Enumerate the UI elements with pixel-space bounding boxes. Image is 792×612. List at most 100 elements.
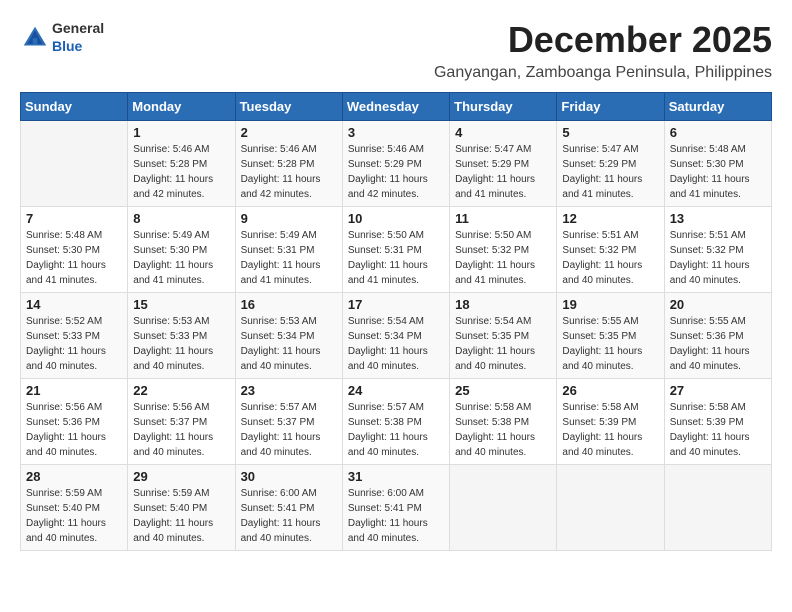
day-number: 20 xyxy=(670,297,766,312)
page-header: General Blue December 2025 xyxy=(20,20,772,60)
day-info: Sunrise: 5:51 AM Sunset: 5:32 PM Dayligh… xyxy=(670,228,766,288)
calendar-cell xyxy=(557,464,664,550)
calendar-cell: 29Sunrise: 5:59 AM Sunset: 5:40 PM Dayli… xyxy=(128,464,235,550)
day-number: 21 xyxy=(26,383,122,398)
day-number: 25 xyxy=(455,383,551,398)
weekday-header-row: SundayMondayTuesdayWednesdayThursdayFrid… xyxy=(21,92,772,120)
day-number: 10 xyxy=(348,211,444,226)
day-info: Sunrise: 5:58 AM Sunset: 5:39 PM Dayligh… xyxy=(562,400,658,460)
calendar-cell: 2 Sunrise: 5:46 AM Sunset: 5:28 PM Daylig… xyxy=(235,120,342,206)
calendar-cell: 16 Sunrise: 5:53 AM Sunset: 5:34 PM Dayli… xyxy=(235,292,342,378)
calendar-cell xyxy=(21,120,128,206)
month-title: December 2025 xyxy=(508,20,772,60)
day-info: Sunrise: 5:57 AM Sunset: 5:37 PM Dayligh… xyxy=(241,400,337,460)
day-number: 14 xyxy=(26,297,122,312)
day-info: Sunrise: 5:59 AM Sunset: 5:40 PM Dayligh… xyxy=(26,486,122,546)
day-info: Sunrise: 5:54 AM Sunset: 5:34 PM Dayligh… xyxy=(348,314,444,374)
day-info: Sunrise: 5:49 AM Sunset: 5:30 PM Dayligh… xyxy=(133,228,229,288)
day-info: Sunrise: 5:50 AM Sunset: 5:32 PM Dayligh… xyxy=(455,228,551,288)
weekday-header: Monday xyxy=(128,92,235,120)
day-number: 6 xyxy=(670,125,766,140)
day-info: Sunrise: 5:56 AM Sunset: 5:37 PM Dayligh… xyxy=(133,400,229,460)
day-number: 16 xyxy=(241,297,337,312)
day-number: 15 xyxy=(133,297,229,312)
weekday-header: Friday xyxy=(557,92,664,120)
calendar-week-row: 7Sunrise: 5:48 AM Sunset: 5:30 PM Daylig… xyxy=(21,206,772,292)
day-number: 27 xyxy=(670,383,766,398)
day-number: 13 xyxy=(670,211,766,226)
day-info: Sunrise: 5:53 AM Sunset: 5:33 PM Dayligh… xyxy=(133,314,229,374)
calendar-cell: 18 Sunrise: 5:54 AM Sunset: 5:35 PM Dayli… xyxy=(450,292,557,378)
calendar-cell: 4 Sunrise: 5:47 AM Sunset: 5:29 PM Daylig… xyxy=(450,120,557,206)
day-number: 28 xyxy=(26,469,122,484)
day-number: 24 xyxy=(348,383,444,398)
day-number: 2 xyxy=(241,125,337,140)
calendar-cell: 22 Sunrise: 5:56 AM Sunset: 5:37 PM Dayli… xyxy=(128,378,235,464)
day-number: 18 xyxy=(455,297,551,312)
calendar-cell: 21Sunrise: 5:56 AM Sunset: 5:36 PM Dayli… xyxy=(21,378,128,464)
day-number: 1 xyxy=(133,125,229,140)
logo-general: General xyxy=(52,20,104,36)
calendar-cell: 20 Sunrise: 5:55 AM Sunset: 5:36 PM Dayli… xyxy=(664,292,771,378)
weekday-header: Sunday xyxy=(21,92,128,120)
day-info: Sunrise: 5:58 AM Sunset: 5:39 PM Dayligh… xyxy=(670,400,766,460)
calendar-cell: 19Sunrise: 5:55 AM Sunset: 5:35 PM Dayli… xyxy=(557,292,664,378)
day-number: 22 xyxy=(133,383,229,398)
day-info: Sunrise: 6:00 AM Sunset: 5:41 PM Dayligh… xyxy=(241,486,337,546)
day-info: Sunrise: 5:46 AM Sunset: 5:28 PM Dayligh… xyxy=(241,142,337,202)
day-number: 31 xyxy=(348,469,444,484)
calendar-cell: 31 Sunrise: 6:00 AM Sunset: 5:41 PM Dayli… xyxy=(342,464,449,550)
day-info: Sunrise: 5:47 AM Sunset: 5:29 PM Dayligh… xyxy=(562,142,658,202)
day-number: 19 xyxy=(562,297,658,312)
calendar-cell: 25 Sunrise: 5:58 AM Sunset: 5:38 PM Dayli… xyxy=(450,378,557,464)
day-number: 12 xyxy=(562,211,658,226)
calendar-cell: 13 Sunrise: 5:51 AM Sunset: 5:32 PM Dayli… xyxy=(664,206,771,292)
day-info: Sunrise: 5:49 AM Sunset: 5:31 PM Dayligh… xyxy=(241,228,337,288)
day-info: Sunrise: 6:00 AM Sunset: 5:41 PM Dayligh… xyxy=(348,486,444,546)
day-number: 17 xyxy=(348,297,444,312)
calendar-cell: 28 Sunrise: 5:59 AM Sunset: 5:40 PM Dayli… xyxy=(21,464,128,550)
day-info: Sunrise: 5:57 AM Sunset: 5:38 PM Dayligh… xyxy=(348,400,444,460)
day-number: 26 xyxy=(562,383,658,398)
day-info: Sunrise: 5:59 AM Sunset: 5:40 PM Dayligh… xyxy=(133,486,229,546)
day-info: Sunrise: 5:58 AM Sunset: 5:38 PM Dayligh… xyxy=(455,400,551,460)
location-subtitle: Ganyangan, Zamboanga Peninsula, Philippi… xyxy=(20,64,772,82)
day-info: Sunrise: 5:53 AM Sunset: 5:34 PM Dayligh… xyxy=(241,314,337,374)
day-info: Sunrise: 5:46 AM Sunset: 5:29 PM Dayligh… xyxy=(348,142,444,202)
weekday-header: Tuesday xyxy=(235,92,342,120)
logo-icon xyxy=(20,23,50,53)
day-number: 30 xyxy=(241,469,337,484)
logo-blue: Blue xyxy=(52,38,82,54)
day-info: Sunrise: 5:50 AM Sunset: 5:31 PM Dayligh… xyxy=(348,228,444,288)
weekday-header: Wednesday xyxy=(342,92,449,120)
calendar-cell: 17 Sunrise: 5:54 AM Sunset: 5:34 PM Dayli… xyxy=(342,292,449,378)
day-info: Sunrise: 5:47 AM Sunset: 5:29 PM Dayligh… xyxy=(455,142,551,202)
day-info: Sunrise: 5:52 AM Sunset: 5:33 PM Dayligh… xyxy=(26,314,122,374)
day-number: 3 xyxy=(348,125,444,140)
calendar-cell: 23 Sunrise: 5:57 AM Sunset: 5:37 PM Dayli… xyxy=(235,378,342,464)
weekday-header: Thursday xyxy=(450,92,557,120)
calendar-cell: 14 Sunrise: 5:52 AM Sunset: 5:33 PM Dayli… xyxy=(21,292,128,378)
calendar-cell xyxy=(450,464,557,550)
calendar-cell: 24 Sunrise: 5:57 AM Sunset: 5:38 PM Dayli… xyxy=(342,378,449,464)
calendar-cell: 1Sunrise: 5:46 AM Sunset: 5:28 PM Daylig… xyxy=(128,120,235,206)
day-info: Sunrise: 5:51 AM Sunset: 5:32 PM Dayligh… xyxy=(562,228,658,288)
calendar-table: SundayMondayTuesdayWednesdayThursdayFrid… xyxy=(20,92,772,551)
calendar-cell: 10 Sunrise: 5:50 AM Sunset: 5:31 PM Dayli… xyxy=(342,206,449,292)
calendar-cell: 26 Sunrise: 5:58 AM Sunset: 5:39 PM Dayli… xyxy=(557,378,664,464)
day-info: Sunrise: 5:54 AM Sunset: 5:35 PM Dayligh… xyxy=(455,314,551,374)
calendar-week-row: 28 Sunrise: 5:59 AM Sunset: 5:40 PM Dayli… xyxy=(21,464,772,550)
day-number: 8 xyxy=(133,211,229,226)
calendar-cell: 3 Sunrise: 5:46 AM Sunset: 5:29 PM Daylig… xyxy=(342,120,449,206)
day-number: 23 xyxy=(241,383,337,398)
calendar-cell: 15 Sunrise: 5:53 AM Sunset: 5:33 PM Dayli… xyxy=(128,292,235,378)
calendar-cell: 5 Sunrise: 5:47 AM Sunset: 5:29 PM Daylig… xyxy=(557,120,664,206)
weekday-header: Saturday xyxy=(664,92,771,120)
day-number: 9 xyxy=(241,211,337,226)
day-info: Sunrise: 5:55 AM Sunset: 5:36 PM Dayligh… xyxy=(670,314,766,374)
day-number: 5 xyxy=(562,125,658,140)
calendar-cell xyxy=(664,464,771,550)
calendar-cell: 12 Sunrise: 5:51 AM Sunset: 5:32 PM Dayli… xyxy=(557,206,664,292)
calendar-cell: 7Sunrise: 5:48 AM Sunset: 5:30 PM Daylig… xyxy=(21,206,128,292)
day-number: 4 xyxy=(455,125,551,140)
